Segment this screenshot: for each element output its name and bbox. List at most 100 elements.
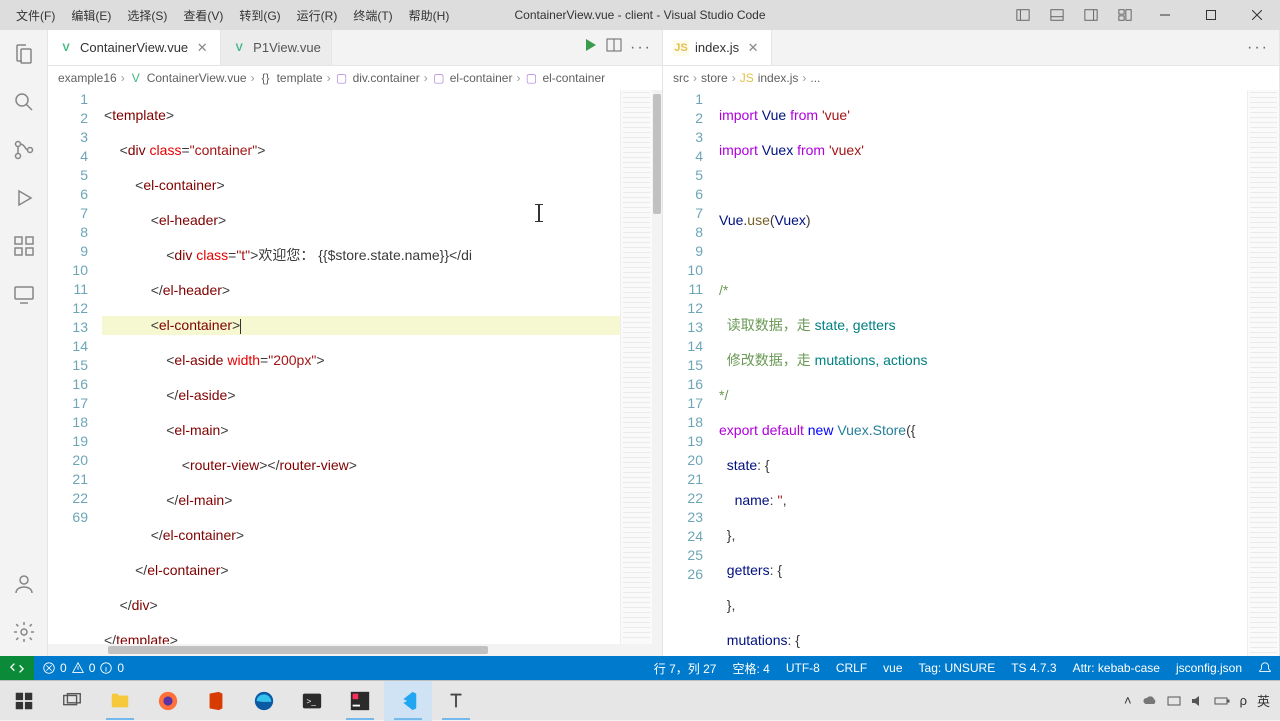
status-encoding[interactable]: UTF-8 <box>778 656 828 680</box>
more-icon[interactable]: ··· <box>1247 39 1269 57</box>
line-gutter: 1234567891011121314151617181920212269 <box>48 90 102 644</box>
layout-panel-right-icon[interactable] <box>1074 0 1108 30</box>
code-editor-right[interactable]: 1234567891011121314151617181920212223242… <box>663 90 1279 656</box>
status-remote[interactable] <box>0 656 34 680</box>
status-line-col[interactable]: 行 7，列 27 <box>646 656 725 680</box>
menu-go[interactable]: 转到(G) <box>231 3 288 28</box>
minimap[interactable] <box>620 90 652 644</box>
activity-remote[interactable] <box>0 270 48 318</box>
breadcrumb-item[interactable]: index.js <box>758 71 799 85</box>
taskbar-edge[interactable] <box>240 681 288 721</box>
layout-customize-icon[interactable] <box>1108 0 1142 30</box>
status-eol[interactable]: CRLF <box>828 656 875 680</box>
breadcrumb-item[interactable]: ContainerView.vue <box>147 71 247 85</box>
activity-search[interactable] <box>0 78 48 126</box>
taskbar-firefox[interactable] <box>144 681 192 721</box>
status-indent[interactable]: 空格: 4 <box>724 656 777 680</box>
taskbar-start[interactable] <box>0 681 48 721</box>
breadcrumb-item[interactable]: ... <box>810 71 820 85</box>
ime-symbol[interactable]: ρ <box>1240 693 1247 708</box>
breadcrumbs-left[interactable]: example16› V ContainerView.vue› {} templ… <box>48 66 662 90</box>
status-notifications[interactable] <box>1250 656 1280 680</box>
code-lines[interactable]: <template> <div class="container"> <el-c… <box>102 90 620 644</box>
line-gutter: 1234567891011121314151617181920212223242… <box>663 90 717 656</box>
breadcrumb-item[interactable]: el-container <box>450 71 513 85</box>
taskbar-office[interactable] <box>192 681 240 721</box>
activity-extensions[interactable] <box>0 222 48 270</box>
activity-debug[interactable] <box>0 174 48 222</box>
menu-edit[interactable]: 编辑(E) <box>63 3 119 28</box>
breadcrumb-item[interactable]: div.container <box>353 71 420 85</box>
minimap[interactable] <box>1247 90 1279 656</box>
breadcrumb-item[interactable]: el-container <box>542 71 605 85</box>
tab-p1view[interactable]: V P1View.vue <box>221 30 332 65</box>
run-icon[interactable] <box>582 37 598 58</box>
layout-panel-left-icon[interactable] <box>1006 0 1040 30</box>
window-maximize[interactable] <box>1188 0 1234 30</box>
status-attr-case[interactable]: Attr: kebab-case <box>1065 656 1168 680</box>
menu-select[interactable]: 选择(S) <box>119 3 175 28</box>
taskbar-text-app[interactable] <box>432 681 480 721</box>
activity-explorer[interactable] <box>0 30 48 78</box>
breadcrumb-item[interactable]: src <box>673 71 689 85</box>
menu-bar: 文件(F) 编辑(E) 选择(S) 查看(V) 转到(G) 运行(R) 终端(T… <box>0 3 457 28</box>
activity-settings[interactable] <box>0 608 48 656</box>
breadcrumbs-right[interactable]: src› store› JS index.js› ... <box>663 66 1279 90</box>
window-close[interactable] <box>1234 0 1280 30</box>
split-editor-icon[interactable] <box>606 37 622 58</box>
onedrive-icon[interactable] <box>1142 693 1158 709</box>
status-errors[interactable]: 0 0 0 <box>34 656 132 680</box>
activity-bar <box>0 30 48 656</box>
code-lines[interactable]: import Vue from 'vue' import Vuex from '… <box>717 90 1247 656</box>
battery-icon[interactable] <box>1214 693 1230 709</box>
window-title: ContainerView.vue - client - Visual Stud… <box>514 8 765 22</box>
tag-icon: ▢ <box>335 71 349 85</box>
menu-terminal[interactable]: 终端(T) <box>345 3 400 28</box>
vertical-scrollbar[interactable] <box>652 90 662 644</box>
text-cursor-icon <box>538 204 540 222</box>
system-tray: ˄ ρ 英 <box>1124 691 1280 710</box>
status-language[interactable]: vue <box>875 656 910 680</box>
taskbar: >_ ˄ ρ 英 <box>0 680 1280 720</box>
editor-group-1: V ContainerView.vue ✕ V P1View.vue ··· <box>48 30 663 656</box>
ime-language[interactable]: 英 <box>1257 691 1270 710</box>
layout-panel-bottom-icon[interactable] <box>1040 0 1074 30</box>
editor-groups: V ContainerView.vue ✕ V P1View.vue ··· <box>48 30 1280 656</box>
menu-view[interactable]: 查看(V) <box>175 3 231 28</box>
svg-text:>_: >_ <box>307 696 317 705</box>
taskbar-terminal[interactable]: >_ <box>288 681 336 721</box>
more-icon[interactable]: ··· <box>630 39 652 57</box>
status-tag[interactable]: Tag: UNSURE <box>911 656 1004 680</box>
volume-icon[interactable] <box>1190 693 1206 709</box>
brackets-icon: {} <box>259 71 273 85</box>
js-file-icon: JS <box>740 71 754 85</box>
tab-label: index.js <box>695 40 739 55</box>
vue-file-icon: V <box>58 40 74 56</box>
network-icon[interactable] <box>1166 693 1182 709</box>
horizontal-scrollbar[interactable] <box>48 644 662 656</box>
activity-scm[interactable] <box>0 126 48 174</box>
activity-account[interactable] <box>0 560 48 608</box>
taskbar-explorer[interactable] <box>96 681 144 721</box>
tab-containerview[interactable]: V ContainerView.vue ✕ <box>48 30 221 65</box>
tab-label: P1View.vue <box>253 40 321 55</box>
js-file-icon: JS <box>673 40 689 56</box>
taskbar-vscode[interactable] <box>384 681 432 721</box>
close-icon[interactable]: ✕ <box>194 40 210 56</box>
menu-help[interactable]: 帮助(H) <box>401 3 458 28</box>
status-jsconfig[interactable]: jsconfig.json <box>1168 656 1250 680</box>
window-minimize[interactable] <box>1142 0 1188 30</box>
breadcrumb-item[interactable]: example16 <box>58 71 117 85</box>
tab-indexjs[interactable]: JS index.js ✕ <box>663 30 772 65</box>
taskbar-intellij[interactable] <box>336 681 384 721</box>
status-typescript[interactable]: TS 4.7.3 <box>1003 656 1064 680</box>
code-editor-left[interactable]: 1234567891011121314151617181920212269 <t… <box>48 90 662 644</box>
tray-chevron-up-icon[interactable]: ˄ <box>1124 693 1132 708</box>
breadcrumb-item[interactable]: store <box>701 71 728 85</box>
menu-file[interactable]: 文件(F) <box>8 3 63 28</box>
close-icon[interactable]: ✕ <box>745 40 761 56</box>
taskbar-taskview[interactable] <box>48 681 96 721</box>
menu-run[interactable]: 运行(R) <box>289 3 346 28</box>
breadcrumb-item[interactable]: template <box>277 71 323 85</box>
tab-bar-right: JS index.js ✕ ··· <box>663 30 1279 66</box>
